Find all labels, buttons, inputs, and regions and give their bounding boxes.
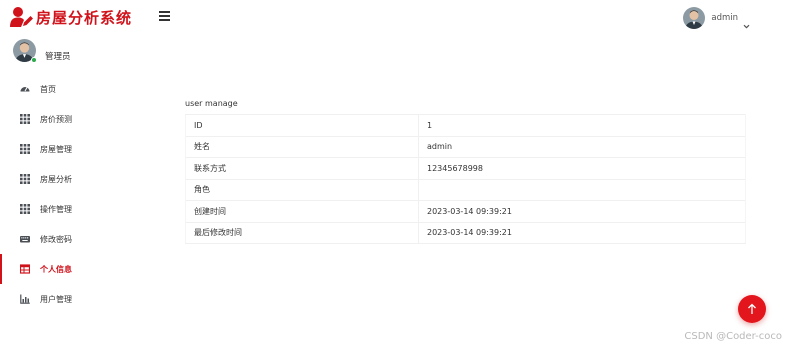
chart-icon [20, 294, 30, 304]
row-value: admin [418, 135, 746, 158]
grid-icon [20, 204, 30, 214]
sidebar-item-label: 房价预测 [40, 114, 72, 124]
brand[interactable]: 房屋分析系统 [10, 5, 132, 29]
row-key: ID [185, 114, 419, 136]
sidebar-item-label: 用户管理 [40, 294, 72, 304]
sidebar-item-label: 个人信息 [40, 264, 72, 274]
sidebar-item-label: 操作管理 [40, 204, 72, 214]
user-edit-icon [10, 6, 34, 28]
table-row: 创建时间 2023-03-14 09:39:21 [185, 200, 746, 222]
hamburger-icon[interactable] [159, 11, 170, 23]
grid-icon [20, 144, 30, 154]
sidebar-menu: 首页 房价预测 房屋管理 房屋分析 操作管理 修改密码 个人信息 用户管理 [0, 74, 165, 314]
table-row: 联系方式 12345678998 [185, 157, 746, 179]
user-info-table: ID 1 姓名 admin 联系方式 12345678998 角色 创建时间 2… [185, 114, 746, 244]
row-value: 2023-03-14 09:39:21 [418, 221, 746, 244]
sidebar-item-house-analysis[interactable]: 房屋分析 [0, 164, 165, 194]
sidebar-item-change-password[interactable]: 修改密码 [0, 224, 165, 254]
user-name: admin [711, 13, 738, 23]
avatar [683, 7, 706, 29]
row-value [418, 178, 746, 201]
keyboard-icon [20, 234, 30, 244]
row-value: 2023-03-14 09:39:21 [418, 200, 746, 222]
sidebar-item-home[interactable]: 首页 [0, 74, 165, 104]
row-key: 姓名 [185, 135, 419, 158]
sidebar-item-house-management[interactable]: 房屋管理 [0, 134, 165, 164]
row-key: 联系方式 [185, 157, 419, 179]
app-title: 房屋分析系统 [36, 8, 133, 27]
watermark: CSDN @Coder-coco [684, 331, 782, 342]
sidebar-profile: 管理员 [13, 39, 71, 63]
sidebar-item-label: 房屋管理 [40, 144, 72, 154]
main-content: user manage ID 1 姓名 admin 联系方式 123456789… [165, 34, 790, 348]
sidebar-item-price-prediction[interactable]: 房价预测 [0, 104, 165, 134]
section-title: user manage [185, 99, 238, 108]
row-value: 12345678998 [418, 157, 746, 179]
arrow-up-icon [747, 300, 757, 319]
top-bar: 房屋分析系统 admin [0, 0, 790, 34]
sidebar-item-label: 首页 [40, 84, 56, 94]
online-status-dot [31, 57, 37, 63]
table-row: 姓名 admin [185, 135, 746, 158]
table-row: 角色 [185, 178, 746, 201]
row-key: 最后修改时间 [185, 221, 419, 244]
sidebar-item-personal-info[interactable]: 个人信息 [0, 254, 165, 284]
table-row: ID 1 [185, 114, 746, 136]
profile-name: 管理员 [45, 51, 71, 62]
sidebar-item-label: 房屋分析 [40, 174, 72, 184]
dashboard-icon [20, 84, 30, 94]
back-to-top-button[interactable] [738, 295, 766, 323]
user-menu[interactable]: admin [683, 7, 750, 29]
row-key: 创建时间 [185, 200, 419, 222]
grid-icon [20, 174, 30, 184]
table-row: 最后修改时间 2023-03-14 09:39:21 [185, 221, 746, 244]
sidebar-item-user-management[interactable]: 用户管理 [0, 284, 165, 314]
table-icon [20, 264, 30, 274]
grid-icon [20, 114, 30, 124]
sidebar-item-label: 修改密码 [40, 234, 72, 244]
row-key: 角色 [185, 178, 419, 201]
row-value: 1 [418, 114, 746, 136]
sidebar-item-operation-management[interactable]: 操作管理 [0, 194, 165, 224]
chevron-down-icon [743, 15, 750, 29]
sidebar: 管理员 首页 房价预测 房屋管理 房屋分析 操作管理 修改密码 个人信息 用户管… [0, 34, 165, 348]
